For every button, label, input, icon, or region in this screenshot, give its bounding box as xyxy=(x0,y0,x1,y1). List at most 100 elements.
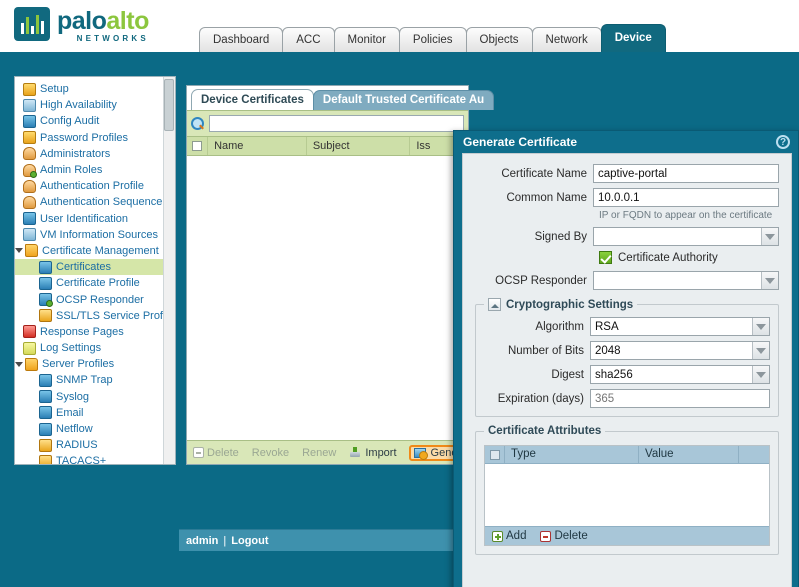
certificates-table-header: Name Subject Iss xyxy=(187,136,468,156)
logo-text-palo: palo xyxy=(57,7,107,35)
sidebar-item-label: Server Profiles xyxy=(42,358,115,371)
admin-status-bar: admin | Logout xyxy=(179,529,469,551)
sidebar-scrollbar[interactable] xyxy=(163,77,175,464)
sidebar-item-vm-information-sources[interactable]: VM Information Sources xyxy=(15,227,175,243)
number-of-bits-value: 2048 xyxy=(595,344,621,357)
sidebar-item-syslog[interactable]: Syslog xyxy=(15,389,175,405)
sidebar-item-ocsp-responder[interactable]: OCSP Responder xyxy=(15,291,175,308)
sidebar-item-snmp-trap[interactable]: SNMP Trap xyxy=(15,372,175,388)
tacacs-icon xyxy=(39,454,52,464)
chevron-down-icon[interactable] xyxy=(761,228,778,245)
sidebar-item-radius[interactable]: RADIUS xyxy=(15,437,175,453)
algorithm-dropdown[interactable]: RSA xyxy=(590,317,770,336)
expiration-input[interactable] xyxy=(590,389,770,408)
ocsp-responder-dropdown[interactable] xyxy=(593,271,779,290)
sidebar-item-certificate-profile[interactable]: Certificate Profile xyxy=(15,275,175,291)
tab-acc[interactable]: ACC xyxy=(282,27,335,52)
logout-link[interactable]: Logout xyxy=(231,535,268,547)
attributes-column-value[interactable]: Value xyxy=(639,446,739,463)
response-pages-icon xyxy=(23,325,36,339)
attributes-column-type[interactable]: Type xyxy=(505,446,639,463)
digest-value: sha256 xyxy=(595,368,633,381)
help-icon[interactable]: ? xyxy=(776,135,790,149)
collapse-icon[interactable] xyxy=(488,298,501,311)
tab-network[interactable]: Network xyxy=(531,27,602,52)
tab-dashboard[interactable]: Dashboard xyxy=(199,27,284,52)
sidebar-item-admin-roles[interactable]: Admin Roles xyxy=(15,162,175,178)
ocsp-responder-label: OCSP Responder xyxy=(495,274,587,287)
tab-device-certificates[interactable]: Device Certificates xyxy=(191,89,314,110)
common-name-hint: IP or FQDN to appear on the certificate xyxy=(599,210,773,221)
chevron-down-icon[interactable] xyxy=(752,342,769,359)
search-row xyxy=(187,110,468,136)
generate-certificate-dialog: Generate Certificate ? Certificate Name … xyxy=(453,130,799,587)
tab-default-trusted-certificate-authorities[interactable]: Default Trusted Certificate Au xyxy=(312,90,495,110)
dialog-title: Generate Certificate xyxy=(463,135,578,149)
revoke-button[interactable]: Revoke xyxy=(250,446,291,460)
expiration-row: Expiration (days) xyxy=(484,389,770,408)
import-button[interactable]: Import xyxy=(347,446,398,460)
sidebar-item-certificate-management[interactable]: Certificate Management xyxy=(15,243,175,259)
delete-button[interactable]: Delete xyxy=(191,446,241,460)
column-header-subject[interactable]: Subject xyxy=(307,137,411,155)
attributes-add-button[interactable]: Add xyxy=(490,529,528,543)
tab-device[interactable]: Device xyxy=(600,24,666,52)
sidebar-item-tacacs[interactable]: TACACS+ xyxy=(15,453,175,465)
digest-dropdown[interactable]: sha256 xyxy=(590,365,770,384)
sidebar-item-certificates[interactable]: Certificates xyxy=(15,259,175,276)
sidebar-item-ssl-tls-service-profile[interactable]: SSL/TLS Service Profile xyxy=(15,308,175,324)
signed-by-dropdown[interactable] xyxy=(593,227,779,246)
authentication-sequence-icon xyxy=(23,195,36,209)
chevron-down-icon[interactable] xyxy=(752,318,769,335)
select-all-checkbox[interactable] xyxy=(192,141,203,151)
certificate-authority-row[interactable]: Certificate Authority xyxy=(599,251,779,264)
import-button-label: Import xyxy=(365,446,397,459)
chevron-down-icon[interactable] xyxy=(752,366,769,383)
sidebar-item-response-pages[interactable]: Response Pages xyxy=(15,324,175,340)
attributes-table-header: Type Value xyxy=(485,446,769,464)
sidebar-item-email[interactable]: Email xyxy=(15,405,175,421)
sidebar-item-label: TACACS+ xyxy=(56,455,107,465)
sidebar-item-log-settings[interactable]: Log Settings xyxy=(15,340,175,356)
certificate-attributes-legend: Certificate Attributes xyxy=(484,425,605,437)
certificate-attributes-title: Certificate Attributes xyxy=(488,425,602,437)
sidebar-item-high-availability[interactable]: High Availability xyxy=(15,97,175,113)
search-input[interactable] xyxy=(209,115,464,132)
logo-wordmark: paloalto NETWORKS xyxy=(57,7,149,43)
column-header-name[interactable]: Name xyxy=(208,137,307,155)
sidebar-item-config-audit[interactable]: Config Audit xyxy=(15,113,175,129)
common-name-input[interactable] xyxy=(593,188,779,207)
sidebar-item-setup[interactable]: Setup xyxy=(15,81,175,97)
sidebar-item-password-profiles[interactable]: Password Profiles xyxy=(15,130,175,146)
attributes-delete-button[interactable]: Delete xyxy=(538,529,589,543)
signed-by-label: Signed By xyxy=(534,230,587,243)
expand-collapse-icon[interactable] xyxy=(15,246,24,255)
sidebar-scrollbar-thumb[interactable] xyxy=(164,79,174,131)
plus-icon xyxy=(492,530,503,542)
certificate-attributes-table: Type Value Add Delete xyxy=(484,445,770,546)
sidebar-item-label: VM Information Sources xyxy=(40,228,158,241)
sidebar-item-label: Certificate Management xyxy=(42,244,159,257)
renew-button[interactable]: Renew xyxy=(300,446,338,460)
cryptographic-settings-title: Cryptographic Settings xyxy=(506,298,634,311)
sidebar-item-administrators[interactable]: Administrators xyxy=(15,146,175,162)
certificate-name-input[interactable] xyxy=(593,164,779,183)
common-name-row: Common Name xyxy=(475,188,779,207)
sidebar-item-authentication-profile[interactable]: Authentication Profile xyxy=(15,178,175,194)
number-of-bits-dropdown[interactable]: 2048 xyxy=(590,341,770,360)
tab-objects[interactable]: Objects xyxy=(465,27,533,52)
tab-monitor[interactable]: Monitor xyxy=(333,27,400,52)
certificate-authority-checkbox[interactable] xyxy=(599,251,612,264)
attributes-select-all-checkbox[interactable] xyxy=(489,449,500,460)
attributes-toolbar: Add Delete xyxy=(485,526,769,545)
sidebar-item-netflow[interactable]: Netflow xyxy=(15,421,175,437)
tab-policies[interactable]: Policies xyxy=(398,27,467,52)
chevron-down-icon[interactable] xyxy=(761,272,778,289)
sidebar-item-server-profiles[interactable]: Server Profiles xyxy=(15,356,175,372)
attributes-select-all-cell[interactable] xyxy=(485,446,505,463)
sidebar-item-authentication-sequence[interactable]: Authentication Sequence xyxy=(15,194,175,210)
select-all-checkbox-cell[interactable] xyxy=(187,137,209,155)
expand-collapse-icon[interactable] xyxy=(15,360,24,369)
server-profiles-icon xyxy=(25,357,38,371)
sidebar-item-user-identification[interactable]: User Identification xyxy=(15,211,175,227)
